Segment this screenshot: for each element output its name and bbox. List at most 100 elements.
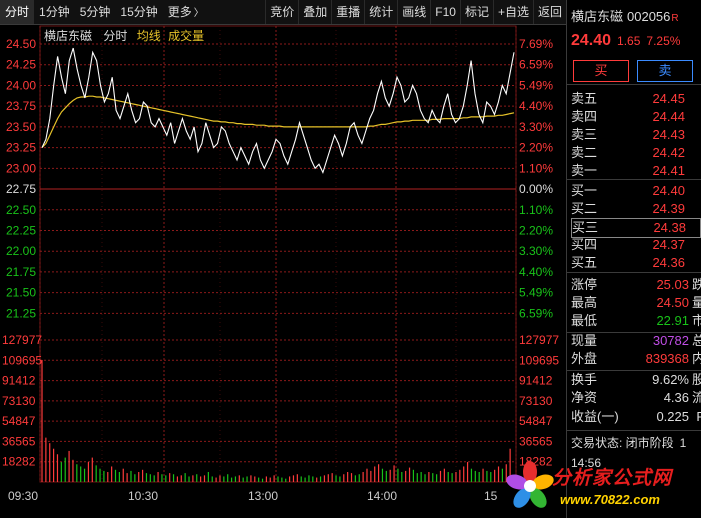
pct-tick-label: 5.49% — [519, 286, 553, 300]
price-tick-label: 22.50 — [6, 203, 36, 217]
auction-button[interactable]: 竞价 — [265, 0, 298, 24]
volume-tick-label-right: 36565 — [519, 434, 553, 448]
stat-value: 24.50 — [656, 295, 689, 310]
site-url: www.70822.com — [560, 492, 660, 507]
site-name: 分析家公式网 — [552, 468, 673, 489]
intraday-chart[interactable]: 24.50 7.69% 24.25 6.59% 24.00 5.49% 23.75 4.40%… — [0, 25, 566, 503]
volume-tick-label: 73130 — [2, 394, 36, 408]
stat-row: 外盘 839368 内 — [571, 350, 701, 368]
ask-row[interactable]: 卖一 24.41 — [571, 162, 699, 180]
stat-label: 最低 — [571, 313, 598, 328]
time-tick-label: 15 — [484, 489, 498, 503]
stat-cut: P — [696, 409, 701, 424]
pct-tick-label: 3.30% — [519, 120, 553, 134]
price-tick-label: 22.00 — [6, 244, 36, 258]
stock-code: 002056 — [627, 9, 671, 24]
draw-line-button[interactable]: 画线 — [397, 0, 430, 24]
back-button[interactable]: 返回 — [532, 0, 566, 24]
pct-tick-label: 3.30% — [519, 244, 553, 258]
stock-header: 横店东磁 002056R — [571, 6, 679, 25]
bid-label: 买一 — [571, 183, 598, 198]
pct-tick-label: 2.20% — [519, 223, 553, 237]
stat-row: 换手 9.62% 股 — [571, 371, 701, 389]
bid-label: 买四 — [571, 237, 598, 252]
ask-row[interactable]: 卖五 24.45 — [571, 90, 699, 108]
price-tick-label: 21.75 — [6, 265, 36, 279]
price-tick-label: 21.25 — [6, 306, 36, 320]
tab-1min[interactable]: 1分钟 — [34, 0, 75, 24]
volume-tick-label: 109695 — [2, 353, 42, 367]
price-tick-label: 24.25 — [6, 58, 36, 72]
ask-row[interactable]: 卖四 24.44 — [571, 108, 699, 126]
stat-cut: 流 — [691, 390, 701, 405]
bid-price: 24.37 — [652, 237, 685, 252]
tab-15min[interactable]: 15分钟 — [115, 0, 162, 24]
price-tick-label: 23.00 — [6, 161, 36, 175]
statistics-button[interactable]: 统计 — [364, 0, 397, 24]
stat-cut: 量 — [691, 295, 701, 310]
stat-value: 0.225 — [656, 409, 689, 424]
bid-row[interactable]: 买二 24.39 — [571, 200, 699, 218]
pct-tick-label: 4.40% — [519, 99, 553, 113]
bid-row[interactable]: 买三 24.38 — [571, 218, 701, 238]
price-line — [41, 47, 515, 175]
overlay-button[interactable]: 叠加 — [298, 0, 331, 24]
pct-tick-label: 2.20% — [519, 141, 553, 155]
divider — [567, 430, 701, 431]
tab-more[interactable]: 更多〉 — [163, 0, 209, 24]
stat-value: 22.91 — [656, 313, 689, 328]
ask-label: 卖四 — [571, 109, 598, 124]
price-tick-label: 24.50 — [6, 37, 36, 51]
stat-value: 839368 — [645, 351, 689, 366]
tab-5min[interactable]: 5分钟 — [75, 0, 116, 24]
stat-label: 净资 — [571, 390, 598, 405]
volume-tick-label: 91412 — [2, 374, 36, 388]
tab-intraday[interactable]: 分时 — [0, 0, 35, 24]
ask-row[interactable]: 卖三 24.43 — [571, 126, 699, 144]
bid-row[interactable]: 买四 24.37 — [571, 236, 699, 254]
legend-stock-name: 横店东磁 — [44, 29, 93, 43]
bid-row[interactable]: 买一 24.40 — [571, 182, 699, 200]
price-tick-label: 24.00 — [6, 78, 36, 92]
ask-price: 24.45 — [652, 91, 685, 106]
chart-frame — [39, 25, 517, 483]
chart-toolbar: 分时 1分钟 5分钟 15分钟 更多〉 竞价 叠加 重播 统计 画线 F10 标… — [0, 0, 566, 25]
pct-tick-label: 5.49% — [519, 78, 553, 92]
mark-button[interactable]: 标记 — [459, 0, 493, 24]
pct-tick-label: 0.00% — [519, 182, 553, 196]
ask-row[interactable]: 卖二 24.42 — [571, 144, 699, 162]
stat-label: 现量 — [571, 333, 598, 348]
price-line: 24.40 1.65 7.25% — [571, 32, 680, 50]
stock-name: 横店东磁 — [571, 9, 624, 24]
add-watchlist-button[interactable]: +自选 — [492, 0, 533, 24]
legend-avg-line[interactable]: 均线 — [137, 29, 161, 43]
price-tick-label: 22.75 — [6, 182, 36, 196]
pct-tick-label: 1.10% — [519, 203, 553, 217]
buy-button[interactable]: 买 — [573, 60, 629, 82]
bid-label: 买五 — [571, 255, 598, 270]
legend-mode: 分时 — [103, 29, 128, 43]
f10-button[interactable]: F10 — [430, 0, 460, 24]
legend-volume[interactable]: 成交量 — [168, 29, 204, 43]
pct-tick-label: 4.40% — [519, 265, 553, 279]
time-tick-label: 14:00 — [367, 489, 397, 503]
stat-cut: 股 — [691, 372, 701, 387]
trading-status-text: 交易状态: 闭市阶段 — [571, 436, 674, 450]
divider — [567, 179, 701, 180]
ask-price: 24.41 — [652, 163, 685, 178]
pct-tick-label: 7.69% — [519, 37, 553, 51]
price-tick-label: 22.25 — [6, 223, 36, 237]
bid-row[interactable]: 买五 24.36 — [571, 254, 699, 272]
tab-more-label: 更多 — [167, 5, 192, 19]
stat-row: 收益(一) 0.225 P — [571, 408, 701, 426]
stat-value: 4.36 — [663, 390, 689, 405]
replay-button[interactable]: 重播 — [331, 0, 364, 24]
trading-status-cut: 1 — [679, 436, 687, 450]
ask-label: 卖二 — [571, 145, 598, 160]
volume-tick-label-right: 73130 — [519, 394, 553, 408]
stat-cut: 内 — [691, 351, 701, 366]
stat-value: 30782 — [652, 333, 689, 348]
code-flag: R — [671, 13, 679, 24]
quote-panel: 横店东磁 002056R 24.40 1.65 7.25% 买 卖 卖五 24.45 卖四… — [566, 0, 701, 518]
sell-button[interactable]: 卖 — [637, 60, 693, 82]
